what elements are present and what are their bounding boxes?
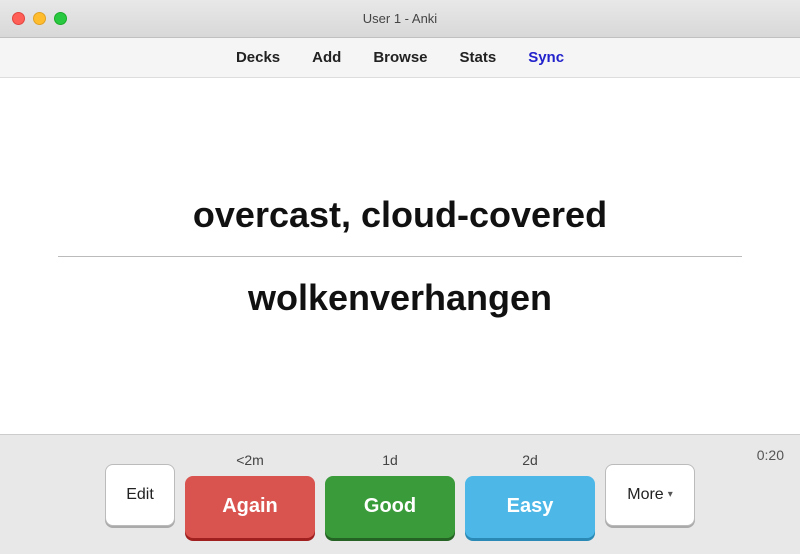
toolbar-item-decks[interactable]: Decks <box>236 49 280 66</box>
minimize-button[interactable] <box>33 12 46 25</box>
good-interval: 1d <box>382 452 398 472</box>
toolbar-item-add[interactable]: Add <box>312 49 341 66</box>
more-button[interactable]: More ▾ <box>605 464 695 526</box>
card-front: overcast, cloud-covered <box>20 194 780 256</box>
card-divider <box>58 256 742 257</box>
good-col: 1d Good <box>325 452 455 538</box>
again-col: <2m Again <box>185 452 315 538</box>
easy-interval: 2d <box>522 452 538 472</box>
toolbar-item-stats[interactable]: Stats <box>460 49 497 66</box>
more-label: More <box>627 486 663 504</box>
chevron-down-icon: ▾ <box>668 489 673 500</box>
good-button[interactable]: Good <box>325 476 455 538</box>
timer-label: 0:20 <box>757 447 784 463</box>
edit-button[interactable]: Edit <box>105 464 175 526</box>
easy-col: 2d Easy <box>465 452 595 538</box>
maximize-button[interactable] <box>54 12 67 25</box>
titlebar: User 1 - Anki <box>0 0 800 38</box>
window-controls <box>12 12 67 25</box>
toolbar-item-sync[interactable]: Sync <box>528 49 564 66</box>
answer-bar: 0:20 Edit <2m Again 1d Good 2d Easy More… <box>0 434 800 554</box>
again-button[interactable]: Again <box>185 476 315 538</box>
again-interval: <2m <box>236 452 264 472</box>
toolbar: Decks Add Browse Stats Sync <box>0 38 800 78</box>
close-button[interactable] <box>12 12 25 25</box>
toolbar-item-browse[interactable]: Browse <box>373 49 427 66</box>
easy-button[interactable]: Easy <box>465 476 595 538</box>
card-area: overcast, cloud-covered wolkenverhangen <box>0 78 800 434</box>
window-title: User 1 - Anki <box>363 11 437 26</box>
card-back: wolkenverhangen <box>20 277 780 319</box>
